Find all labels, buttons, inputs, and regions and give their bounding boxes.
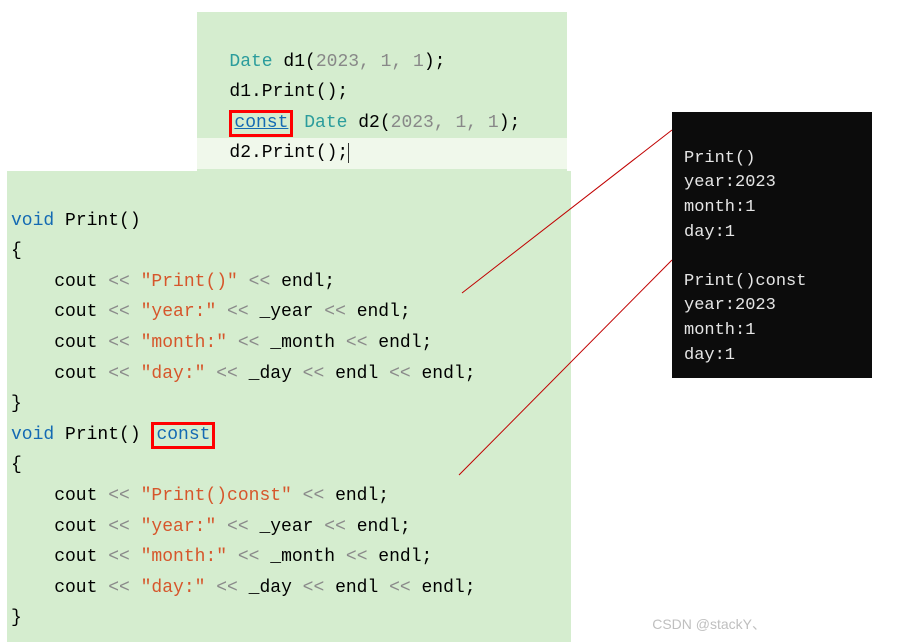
cout-line: cout << "month:" << _month << endl; [11, 547, 432, 567]
fn1-signature: void Print() [11, 211, 141, 231]
output-line: year:2023 [684, 173, 776, 192]
cout-line: cout << "year:" << _year << endl; [11, 302, 411, 322]
cout-line: cout << "year:" << _year << endl; [11, 517, 411, 537]
cout-line: cout << "day:" << _day << endl << endl; [11, 364, 476, 384]
code-line-2: d1.Print(); [197, 82, 348, 102]
fn2-signature: void Print() const [11, 425, 215, 445]
code-snippet-bottom: void Print() { cout << "Print()" << endl… [7, 171, 571, 642]
const-highlight-2: const [151, 422, 215, 450]
output-line: day:1 [684, 223, 735, 242]
code-line-4: d2.Print(); [197, 138, 567, 169]
output-line: month:1 [684, 321, 755, 340]
cout-line: cout << "month:" << _month << endl; [11, 333, 432, 353]
console-output: Print() year:2023 month:1 day:1 Print()c… [672, 112, 872, 378]
text-cursor-icon [348, 143, 349, 163]
output-line: day:1 [684, 346, 735, 365]
code-line-1: Date d1(2023, 1, 1); [197, 52, 445, 72]
const-highlight-1: const [229, 110, 293, 138]
watermark: CSDN @stackY、 [652, 614, 766, 634]
output-line: month:1 [684, 198, 755, 217]
output-line: Print() [684, 149, 755, 168]
code-snippet-top: Date d1(2023, 1, 1); d1.Print(); const D… [197, 12, 567, 173]
cout-line: cout << "Print()" << endl; [11, 272, 335, 292]
cout-line: cout << "day:" << _day << endl << endl; [11, 578, 476, 598]
output-line: Print()const [684, 272, 806, 291]
cout-line: cout << "Print()const" << endl; [11, 486, 389, 506]
output-line: year:2023 [684, 296, 776, 315]
code-line-3: const Date d2(2023, 1, 1); [197, 113, 520, 133]
